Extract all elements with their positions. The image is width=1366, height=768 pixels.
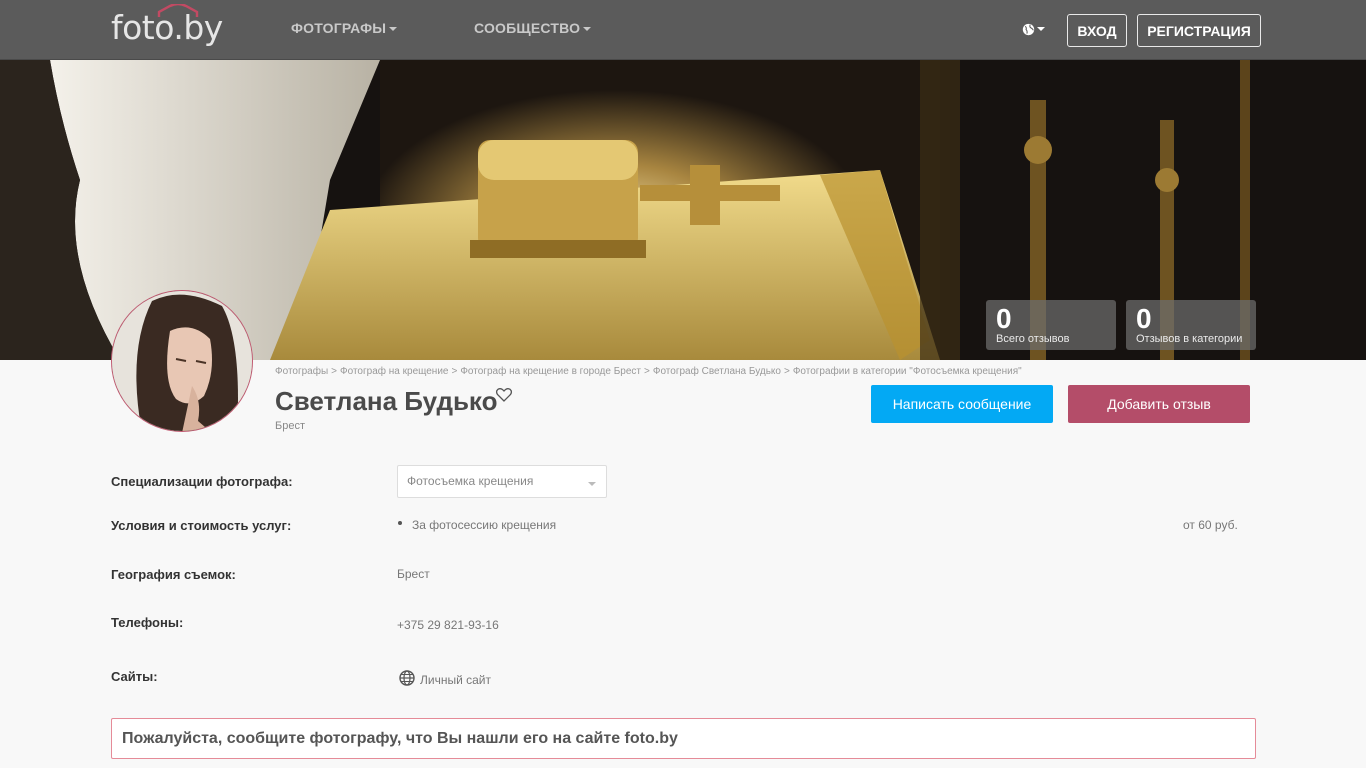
geography-value: Брест (397, 567, 430, 581)
language-switcher[interactable] (1022, 20, 1045, 38)
breadcrumb-item[interactable]: Фотограф Светлана Будько (653, 366, 781, 377)
breadcrumb: Фотографы > Фотограф на крещение > Фотограф … (275, 366, 1022, 377)
top-navbar: foto.by ФОТОГРАФЫ СООБЩЕСТВО ВХОД РЕГИСТ… (0, 0, 1366, 60)
add-review-button[interactable]: Добавить отзыв (1068, 385, 1250, 423)
personal-site-link[interactable]: Личный сайт (420, 673, 491, 687)
phone-value[interactable]: +375 29 821-93-16 (397, 618, 499, 632)
nav-photographers-label: ФОТОГРАФЫ (291, 20, 387, 36)
site-logo[interactable]: foto.by (111, 4, 241, 50)
breadcrumb-item[interactable]: Фотограф на крещение (340, 366, 448, 377)
chevron-down-icon (389, 27, 398, 32)
geography-label: География съемок: (111, 567, 236, 582)
breadcrumb-separator: > (783, 366, 790, 377)
specializations-label: Специализации фотографа: (111, 474, 293, 489)
breadcrumb-item[interactable]: Фотографы (275, 366, 328, 377)
chevron-down-icon (583, 27, 592, 32)
globe-icon (399, 670, 415, 686)
bullet (398, 521, 402, 525)
nav-community[interactable]: СООБЩЕСТВО (474, 20, 592, 36)
chevron-down-icon (588, 482, 596, 486)
total-reviews-stat: 0 Всего отзывов (986, 300, 1116, 350)
breadcrumb-separator: > (331, 366, 338, 377)
photographer-name: Светлана Будько (275, 386, 498, 416)
specialization-selected: Фотосъемка крещения (407, 474, 534, 488)
specialization-select[interactable]: Фотосъемка крещения (397, 465, 607, 498)
write-message-button[interactable]: Написать сообщение (871, 385, 1053, 423)
heart-icon[interactable] (495, 386, 513, 404)
service-name: За фотосессию крещения (412, 518, 557, 532)
category-reviews-count: 0 (1136, 303, 1152, 334)
avatar[interactable] (111, 290, 253, 432)
service-price: от 60 руб. (1183, 518, 1238, 532)
nav-community-label: СООБЩЕСТВО (474, 20, 581, 36)
nav-photographers[interactable]: ФОТОГРАФЫ (291, 20, 398, 36)
login-button[interactable]: ВХОД (1067, 14, 1127, 47)
globe-icon (1022, 23, 1035, 35)
photographer-city: Брест (275, 420, 305, 432)
logo-text: foto.by (111, 8, 223, 47)
category-reviews-stat: 0 Отзывов в категории (1126, 300, 1256, 350)
total-reviews-count: 0 (996, 303, 1012, 334)
register-button[interactable]: РЕГИСТРАЦИЯ (1137, 14, 1261, 47)
avatar-photo (112, 291, 252, 431)
notice-text: Пожалуйста, сообщите фотографу, что Вы н… (122, 730, 678, 747)
breadcrumb-item[interactable]: Фотограф на крещение в городе Брест (460, 366, 641, 377)
phones-label: Телефоны: (111, 615, 184, 630)
category-reviews-label: Отзывов в категории (1136, 333, 1243, 345)
services-label: Условия и стоимость услуг: (111, 518, 292, 533)
chevron-down-icon (1037, 27, 1045, 31)
breadcrumb-separator: > (451, 366, 458, 377)
notice-box: Пожалуйста, сообщите фотографу, что Вы н… (111, 718, 1256, 759)
breadcrumb-separator: > (644, 366, 650, 377)
sites-label: Сайты: (111, 669, 158, 684)
total-reviews-label: Всего отзывов (996, 333, 1070, 345)
breadcrumb-item[interactable]: Фотографии в категории "Фотосъемка креще… (793, 366, 1022, 377)
